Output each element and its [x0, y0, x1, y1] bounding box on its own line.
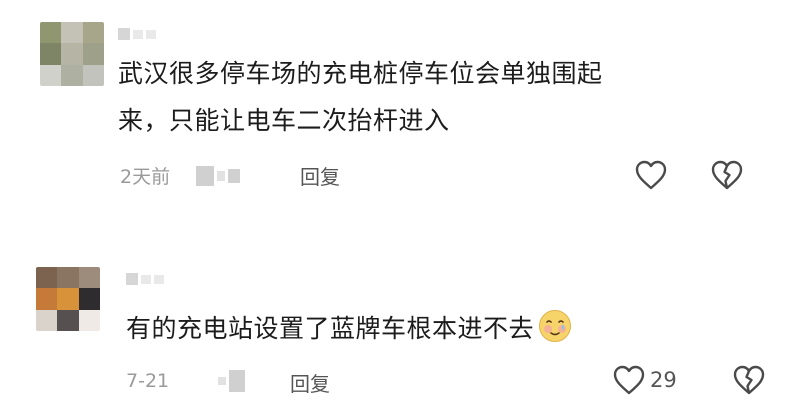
comment-text-line: 来，只能让电车二次抬杆进入 [118, 106, 450, 135]
dislike-button[interactable] [710, 159, 744, 191]
username[interactable] [126, 271, 164, 287]
broken-heart-icon [711, 160, 743, 190]
username[interactable] [118, 26, 156, 42]
reply-button[interactable]: 回复 [300, 161, 340, 190]
like-button[interactable]: 29 [612, 364, 677, 396]
reply-button[interactable]: 回复 [290, 368, 330, 397]
dislike-button[interactable] [732, 364, 766, 396]
heart-icon [635, 160, 667, 190]
like-count: 29 [650, 368, 677, 392]
comment-location [218, 370, 245, 392]
comment-item-1: 武汉很多停车场的充电桩停车位会单独围起 来，只能让电车二次抬杆进入 2天前 回复 [0, 0, 800, 205]
avatar[interactable] [40, 22, 104, 86]
like-button[interactable] [634, 159, 672, 191]
heart-icon [613, 365, 645, 395]
comment-text-line: 武汉很多停车场的充电桩停车位会单独围起 [118, 59, 603, 88]
comment-text-line: 有的充电站设置了蓝牌车根本进不去 [126, 314, 535, 343]
comment-time: 2天前 [120, 166, 171, 188]
smiling-face-with-tear-icon [538, 309, 572, 343]
broken-heart-icon [733, 365, 765, 395]
comment-text: 有的充电站设置了蓝牌车根本进不去 [126, 305, 572, 352]
comment-text: 武汉很多停车场的充电桩停车位会单独围起 来，只能让电车二次抬杆进入 [118, 50, 603, 144]
comment-time: 7-21 [126, 370, 170, 392]
avatar[interactable] [36, 267, 100, 331]
comment-item-2: 有的充电站设置了蓝牌车根本进不去 7-21 回复 29 [0, 205, 800, 410]
comment-location [196, 165, 240, 187]
